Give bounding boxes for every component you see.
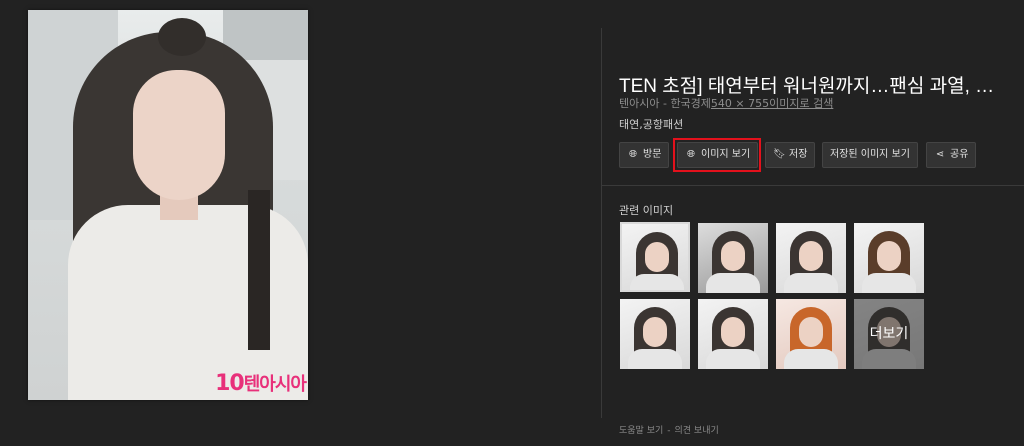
image-tags: 태연,공항패션	[619, 118, 684, 131]
save-button[interactable]: 🔖︎ 저장	[765, 142, 816, 168]
image-dimensions[interactable]: 540 × 755	[711, 97, 769, 110]
related-image-thumbnail[interactable]	[776, 299, 846, 369]
thumb-face	[799, 317, 823, 347]
related-image-thumbnail[interactable]	[854, 223, 924, 293]
share-icon: ⋖	[935, 149, 945, 160]
save-label: 저장	[789, 149, 808, 160]
panel-divider	[601, 28, 602, 418]
related-image-thumbnail[interactable]	[776, 223, 846, 293]
related-image-thumbnail[interactable]	[620, 222, 690, 292]
related-image-thumbnail[interactable]	[620, 299, 690, 369]
share-button[interactable]: ⋖ 공유	[926, 142, 977, 168]
section-divider	[601, 185, 1024, 186]
footer: 도움말 보기 - 의견 보내기	[619, 423, 723, 436]
watermark-prefix: 10	[215, 371, 245, 396]
thumb-face	[721, 317, 745, 347]
thumb-body	[784, 349, 838, 369]
main-preview-image[interactable]: 10텐아시아	[28, 10, 308, 400]
help-link[interactable]: 도움말 보기	[619, 426, 663, 436]
visit-label: 방문	[643, 149, 662, 160]
more-images-button[interactable]: 더보기	[854, 299, 924, 369]
watermark-logo: 10텐아시아	[215, 370, 307, 396]
thumb-face	[877, 241, 901, 271]
thumb-body	[628, 349, 682, 369]
photo-face	[133, 70, 225, 200]
watermark-text: 텐아시아	[243, 374, 307, 395]
thumb-body	[784, 273, 838, 293]
globe-icon: 🌐︎	[629, 149, 637, 160]
photo-hair-bun	[158, 18, 206, 56]
thumb-face	[799, 241, 823, 271]
photo-bag-strap	[248, 190, 270, 350]
share-label: 공유	[950, 149, 969, 160]
send-feedback-link[interactable]: 의견 보내기	[675, 426, 719, 436]
saved-images-button[interactable]: 저장된 이미지 보기	[822, 142, 918, 168]
more-images-label: 더보기	[854, 299, 924, 369]
thumb-body	[706, 273, 760, 293]
thumb-face	[643, 317, 667, 347]
source-site[interactable]: 텐아시아 - 한국경제	[619, 97, 711, 110]
thumb-body	[630, 274, 684, 290]
related-image-thumbnail[interactable]	[698, 299, 768, 369]
view-image-highlight	[673, 138, 761, 172]
thumb-body	[706, 349, 760, 369]
visit-button[interactable]: 🌐︎ 방문	[619, 142, 670, 168]
related-image-thumbnail[interactable]	[698, 223, 768, 293]
thumb-face	[721, 241, 745, 271]
footer-separator: -	[667, 426, 671, 436]
bookmark-icon: 🔖︎	[773, 149, 786, 160]
image-title[interactable]: TEN 초점] 태연부터 워너원까지…팬심 과열, …	[619, 71, 1019, 98]
search-by-image-link[interactable]: 이미지로 검색	[769, 97, 833, 110]
saved-images-label: 저장된 이미지 보기	[830, 149, 910, 160]
related-images-title: 관련 이미지	[619, 204, 674, 217]
thumb-body	[862, 273, 916, 293]
image-source: 텐아시아 - 한국경제540 × 755이미지로 검색	[619, 95, 833, 111]
thumb-face	[645, 242, 669, 272]
